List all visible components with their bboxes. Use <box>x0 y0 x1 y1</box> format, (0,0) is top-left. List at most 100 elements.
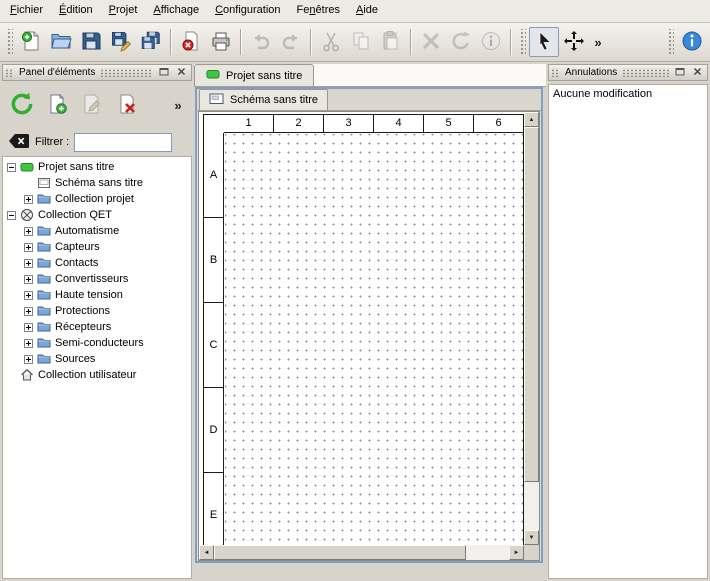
element-tree[interactable]: Projet sans titreSchéma sans titreCollec… <box>2 156 192 579</box>
expander-plus-icon[interactable] <box>24 339 33 348</box>
menu-item-aide[interactable]: Aide <box>348 0 386 22</box>
delete-element-button[interactable] <box>112 90 142 120</box>
project-icon <box>206 67 220 84</box>
expander-plus-icon[interactable] <box>24 195 33 204</box>
tree-item-label: Protections <box>55 305 113 317</box>
tree-item[interactable]: Protections <box>3 303 191 319</box>
menu-item-fichier[interactable]: Fichier <box>2 0 51 22</box>
elements-toolbar: » <box>2 84 192 126</box>
undo-button[interactable] <box>246 27 276 57</box>
tree-item[interactable]: Projet sans titre <box>3 159 191 175</box>
schema-tab[interactable]: Schéma sans titre <box>199 89 328 110</box>
tree-item[interactable]: Collection utilisateur <box>3 367 191 383</box>
dock-grip[interactable] <box>5 68 14 77</box>
scroll-down-button[interactable]: ▼ <box>524 530 539 545</box>
dock-grip[interactable] <box>551 68 560 77</box>
menu-item-fenetres[interactable]: Fenêtres <box>289 0 348 22</box>
menu-item-projet[interactable]: Projet <box>101 0 146 22</box>
expander-minus-icon[interactable] <box>7 163 16 172</box>
close-file-button[interactable] <box>176 27 206 57</box>
tree-item[interactable]: Récepteurs <box>3 319 191 335</box>
open-document-button[interactable] <box>46 27 76 57</box>
close-panel-button[interactable] <box>174 66 189 79</box>
float-panel-button[interactable] <box>672 66 687 79</box>
vertical-scrollbar[interactable]: ▲ ▼ <box>524 112 539 545</box>
tree-item[interactable]: Haute tension <box>3 287 191 303</box>
toolbar-grip[interactable] <box>6 29 13 55</box>
vertical-scroll-thumb[interactable] <box>524 127 539 482</box>
dock-grip[interactable] <box>622 68 669 77</box>
expander-plus-icon[interactable] <box>24 259 33 268</box>
expander-plus-icon[interactable] <box>24 307 33 316</box>
elements-panel-titlebar[interactable]: Panel d'éléments <box>2 64 192 81</box>
project-tab[interactable]: Projet sans titre <box>194 64 314 86</box>
redo-button[interactable] <box>276 27 306 57</box>
expander-plus-icon[interactable] <box>24 323 33 332</box>
paste-button[interactable] <box>376 27 406 57</box>
toolbar-grip[interactable] <box>667 29 674 55</box>
new-element-button[interactable] <box>42 90 72 120</box>
clear-filter-button[interactable] <box>7 134 30 151</box>
float-panel-button[interactable] <box>156 66 171 79</box>
scroll-right-button[interactable]: ► <box>509 545 524 560</box>
close-panel-button[interactable] <box>690 66 705 79</box>
tree-item[interactable]: Convertisseurs <box>3 271 191 287</box>
tree-item[interactable]: Semi-conducteurs <box>3 335 191 351</box>
menu-item-configuration[interactable]: Configuration <box>207 0 288 22</box>
elements-panel: Panel d'éléments » Filtrer : Projet sans… <box>2 64 192 579</box>
diagram-view[interactable]: 123456 ABCDE <box>199 112 524 545</box>
tree-item[interactable]: Schéma sans titre <box>3 175 191 191</box>
tree-item[interactable]: Collection projet <box>3 191 191 207</box>
horizontal-scroll-thumb[interactable] <box>214 545 466 560</box>
save-button[interactable] <box>76 27 106 57</box>
expander-minus-icon[interactable] <box>7 211 16 220</box>
folder-icon <box>37 336 51 350</box>
expander-plus-icon[interactable] <box>24 227 33 236</box>
expander-plus-icon[interactable] <box>24 243 33 252</box>
object-info-button[interactable] <box>476 27 506 57</box>
new-document-button[interactable] <box>16 27 46 57</box>
save-all-button[interactable] <box>136 27 166 57</box>
column-header: 6 <box>474 115 523 132</box>
column-header: 1 <box>224 115 274 132</box>
tree-item[interactable]: Automatisme <box>3 223 191 239</box>
select-mode-button[interactable] <box>529 27 559 57</box>
move-mode-button[interactable] <box>559 27 589 57</box>
print-button[interactable] <box>206 27 236 57</box>
save-as-button[interactable] <box>106 27 136 57</box>
reload-collections-button[interactable] <box>7 90 37 120</box>
undo-list[interactable]: Aucune modification <box>548 84 708 579</box>
tree-item[interactable]: Capteurs <box>3 239 191 255</box>
toolbar-grip[interactable] <box>519 29 526 55</box>
menu-item-affichage[interactable]: Affichage <box>145 0 207 22</box>
diagram-column-headers: 123456 <box>224 115 523 133</box>
delete-button[interactable] <box>416 27 446 57</box>
diagram-grid[interactable] <box>225 134 523 545</box>
elements-toolbar-overflow-button[interactable]: » <box>169 92 187 118</box>
about-button[interactable] <box>677 27 707 57</box>
open-folder-icon <box>50 30 72 55</box>
horizontal-scrollbar[interactable]: ◄ ► <box>199 545 524 560</box>
toolbar-separator <box>240 29 242 55</box>
toolbar-overflow-button[interactable]: » <box>589 29 607 55</box>
project-tab-label: Projet sans titre <box>226 70 302 82</box>
menu-item-edition[interactable]: Édition <box>51 0 101 22</box>
dock-grip[interactable] <box>100 68 153 77</box>
tree-item[interactable]: Contacts <box>3 255 191 271</box>
tree-item-label: Sources <box>55 353 98 365</box>
scroll-up-button[interactable]: ▲ <box>524 112 539 127</box>
tree-item[interactable]: Sources <box>3 351 191 367</box>
copy-button[interactable] <box>346 27 376 57</box>
edit-element-button[interactable] <box>77 90 107 120</box>
expander-plus-icon[interactable] <box>24 355 33 364</box>
row-header: B <box>204 218 223 303</box>
filter-input[interactable] <box>74 133 172 152</box>
rotate-button[interactable] <box>446 27 476 57</box>
expander-plus-icon[interactable] <box>24 291 33 300</box>
tree-item[interactable]: Collection QET <box>3 207 191 223</box>
cut-button[interactable] <box>316 27 346 57</box>
scroll-left-button[interactable]: ◄ <box>199 545 214 560</box>
expander-plus-icon[interactable] <box>24 275 33 284</box>
rotate-icon <box>450 30 472 55</box>
undo-panel-titlebar[interactable]: Annulations <box>548 64 708 81</box>
